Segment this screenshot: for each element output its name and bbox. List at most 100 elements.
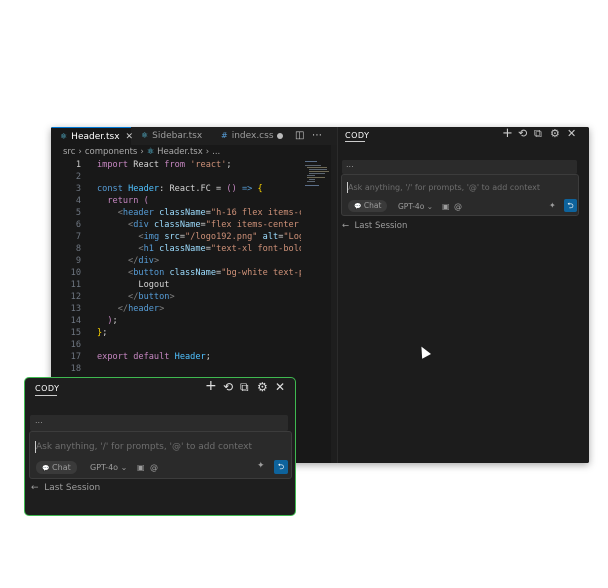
code-line[interactable]: 14 ); [51, 315, 301, 327]
react-file-icon: ⚛ [141, 131, 149, 140]
breadcrumb-item[interactable]: components [85, 147, 138, 157]
arrow-left-icon: ← [342, 221, 350, 231]
history-dots: ... [35, 416, 43, 425]
code-line[interactable]: 4 return ( [51, 195, 301, 207]
tab-header-tsx[interactable]: ⚛ Header.tsx ✕ [51, 127, 134, 145]
new-chat-icon[interactable]: + [205, 379, 217, 393]
chat-input-box[interactable]: Ask anything, '/' for prompts, '@' to ad… [341, 174, 579, 216]
mode-label: Chat [52, 463, 71, 472]
mention-icon[interactable]: @ [150, 463, 158, 472]
breadcrumb-item[interactable]: ... [212, 147, 220, 157]
model-label: GPT-4o [90, 463, 119, 472]
code-line[interactable]: 16 [51, 339, 301, 351]
breadcrumb-item[interactable]: src [63, 147, 75, 157]
panel-title[interactable]: CODY [345, 131, 370, 140]
line-number: 10 [70, 268, 81, 278]
tab-sidebar-tsx[interactable]: ⚛ Sidebar.tsx [133, 127, 221, 145]
line-number: 6 [75, 220, 81, 230]
sparkle-icon[interactable]: ✦ [549, 201, 556, 210]
send-icon[interactable]: ⮌ [564, 199, 577, 212]
react-file-icon: ⚛ [146, 147, 158, 157]
line-number: 17 [70, 352, 81, 362]
open-in-editor-icon[interactable]: ⧉ [534, 128, 542, 139]
chat-input-box[interactable]: Ask anything, '/' for prompts, '@' to ad… [29, 431, 292, 479]
code-line[interactable]: 5 <header className="h-16 flex items-ce [51, 207, 301, 219]
breadcrumb: src › components › ⚛ Header.tsx ›... [63, 147, 220, 157]
panel-title[interactable]: CODY [35, 384, 60, 393]
send-icon[interactable]: ⮌ [274, 460, 288, 474]
line-number: 1 [75, 160, 81, 170]
code-line[interactable]: 13 </header> [51, 303, 301, 315]
editor-tab-bar: ⚛ Header.tsx ✕ ⚛ Sidebar.tsx # index.css ◫ ⋯ [51, 127, 337, 145]
panel-title-underline [35, 395, 57, 396]
mode-selector[interactable]: 💬 Chat [36, 461, 77, 474]
minimap[interactable] [301, 159, 331, 463]
line-number: 2 [75, 172, 81, 182]
line-number: 11 [70, 280, 81, 290]
mode-selector[interactable]: 💬 Chat [348, 200, 388, 212]
panel-title-underline [345, 141, 365, 142]
new-chat-icon[interactable]: + [502, 127, 513, 140]
tab-index-css[interactable]: # index.css [217, 127, 301, 145]
open-in-editor-icon[interactable]: ⧉ [240, 381, 249, 393]
model-selector[interactable]: GPT-4o ⌄ [90, 463, 127, 472]
chat-history-bar[interactable]: ... [30, 415, 288, 431]
last-session-link[interactable]: ← Last Session [342, 221, 407, 231]
line-number: 4 [75, 196, 81, 206]
line-number: 13 [70, 304, 81, 314]
line-number: 18 [70, 364, 81, 374]
code-line[interactable]: 15}; [51, 327, 301, 339]
tab-label: Sidebar.tsx [152, 131, 203, 141]
line-number: 7 [75, 232, 81, 242]
code-line[interactable]: 8 <h1 className="text-xl font-bold [51, 243, 301, 255]
tab-label: index.css [231, 131, 274, 141]
code-line[interactable]: 3 const Header: React.FC = () => { [51, 183, 301, 195]
code-line[interactable]: 11 Logout [51, 279, 301, 291]
code-line[interactable]: 17 export default Header; [51, 351, 301, 363]
settings-icon[interactable]: ⚙ [257, 381, 268, 393]
breadcrumb-separator-icon: › [140, 147, 144, 157]
chat-history-bar[interactable]: ... [342, 160, 577, 174]
line-number: 9 [75, 256, 81, 266]
model-selector[interactable]: GPT-4o ⌄ [398, 202, 433, 211]
last-session-label: Last Session [354, 221, 408, 231]
sparkle-icon[interactable]: ✦ [257, 461, 265, 471]
last-session-label: Last Session [44, 483, 101, 493]
line-number: 8 [75, 244, 81, 254]
close-icon[interactable]: ✕ [567, 128, 576, 139]
code-line[interactable]: 18 [51, 363, 301, 375]
settings-icon[interactable]: ⚙ [550, 128, 560, 139]
split-editor-icon[interactable]: ◫ [295, 127, 304, 145]
history-icon[interactable]: ⟲ [223, 381, 233, 393]
breadcrumb-separator-icon: › [78, 147, 82, 157]
mention-icon[interactable]: @ [454, 202, 462, 211]
history-icon[interactable]: ⟲ [518, 128, 527, 139]
close-icon[interactable]: ✕ [126, 132, 134, 142]
chat-input-placeholder[interactable]: Ask anything, '/' for prompts, '@' to ad… [36, 442, 252, 452]
chevron-down-icon: ⌄ [426, 202, 433, 211]
line-number: 14 [70, 316, 81, 326]
line-number: 12 [70, 292, 81, 302]
unsaved-dot-icon[interactable] [277, 133, 283, 139]
line-number: 16 [70, 340, 81, 350]
breadcrumb-item[interactable]: Header.tsx [157, 147, 203, 157]
code-line[interactable]: 10 <button className="bg-white text-pu [51, 267, 301, 279]
code-line[interactable]: 7 <img src="/logo192.png" alt="Logo [51, 231, 301, 243]
code-line[interactable]: 12 </button> [51, 291, 301, 303]
model-label: GPT-4o [398, 202, 425, 211]
code-line[interactable]: 9 </div> [51, 255, 301, 267]
last-session-link[interactable]: ← Last Session [31, 483, 100, 493]
code-line[interactable]: 1 import React from 'react'; [51, 159, 301, 171]
line-number: 5 [75, 208, 81, 218]
image-attach-icon[interactable]: ▣ [442, 202, 450, 211]
code-line[interactable]: 6 <div className="flex items-center g [51, 219, 301, 231]
close-icon[interactable]: ✕ [275, 381, 285, 393]
more-actions-icon[interactable]: ⋯ [312, 127, 322, 145]
chevron-down-icon: ⌄ [120, 463, 128, 472]
chat-input-placeholder[interactable]: Ask anything, '/' for prompts, '@' to ad… [348, 183, 540, 192]
code-line[interactable]: 2 [51, 171, 301, 183]
arrow-left-icon: ← [31, 483, 39, 493]
chat-bubble-icon: 💬 [42, 465, 50, 472]
image-attach-icon[interactable]: ▣ [137, 463, 145, 472]
cody-floating-panel: CODY + ⟲ ⧉ ⚙ ✕ ... Ask anything, '/' for… [24, 377, 296, 516]
